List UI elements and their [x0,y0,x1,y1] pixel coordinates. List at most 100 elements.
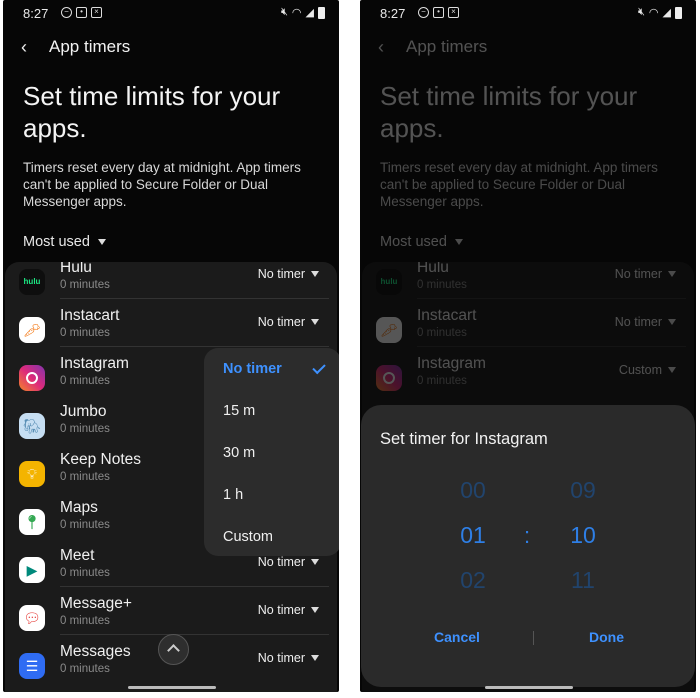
signal-icon: ◢ [662,7,671,19]
hulu-icon: hulu [19,269,45,295]
menu-item-30m[interactable]: 30 m [223,445,255,461]
square-dot-icon: • [433,7,444,18]
app-name: Messages [60,643,131,660]
gesture-bar[interactable] [485,686,573,689]
jumbo-elephant-icon: 🐘︎ [19,413,45,439]
timer-label: No timer [257,603,305,617]
timer-dropdown-menu: No timer 15 m 30 m 1 h Custom [204,348,339,556]
wifi-icon: ◠ [291,7,302,19]
app-usage: 0 minutes [60,423,110,435]
chevron-up-icon [167,644,180,657]
map-pin-icon: 📍︎ [19,509,45,535]
list-item: 🥕︎ Instacart 0 minutes No timer [362,307,694,355]
hour-next[interactable]: 02 [453,567,493,594]
app-usage: 0 minutes [60,375,110,387]
timer-label: No timer [257,555,305,569]
menu-item-custom[interactable]: Custom [223,529,273,545]
back-arrow-icon[interactable]: ‹ [21,37,49,58]
timer-dropdown[interactable]: No timer [258,315,319,329]
divider [60,634,329,635]
timer-dropdown: Custom [619,363,676,377]
app-name: Instacart [417,307,477,324]
checkmark-icon [312,360,326,375]
chevron-down-icon [311,607,319,613]
timer-dropdown: No timer [615,315,676,329]
app-usage: 0 minutes [60,615,110,627]
signal-icon: ◢ [305,7,314,19]
app-usage: 0 minutes [60,663,110,675]
chevron-down-icon [311,319,319,325]
chevron-down-icon [454,239,463,245]
sort-dropdown[interactable]: Most used [23,234,106,250]
page-title: App timers [49,37,131,56]
sort-label: Most used [380,234,447,250]
box-x-icon: × [448,7,459,18]
status-bar: 8:27 − • × 🔇︎ ◠ ◢ [3,6,339,22]
chevron-down-icon [311,655,319,661]
timer-dropdown[interactable]: No timer [258,555,319,569]
app-name: Keep Notes [60,451,141,468]
back-arrow-icon: ‹ [378,36,384,57]
status-time: 8:27 [380,6,406,21]
minute-prev[interactable]: 09 [563,477,603,504]
app-usage: 0 minutes [417,279,467,291]
cancel-button[interactable]: Cancel [434,629,480,645]
instacart-carrot-icon: 🥕︎ [376,317,402,343]
square-dot-icon: • [76,7,87,18]
hour-prev[interactable]: 00 [453,477,493,504]
chat-bubble-icon: ☰ [19,653,45,679]
chevron-down-icon [311,559,319,565]
dialog-title: Set timer for Instagram [380,430,548,448]
hour-picker[interactable]: 01 [453,522,493,549]
app-name: Instacart [60,307,120,324]
done-button[interactable]: Done [589,629,624,645]
chevron-down-icon [97,239,106,245]
description: Timers reset every day at midnight. App … [380,160,658,209]
timer-dropdown[interactable]: No timer [258,267,319,281]
timer-label: No timer [257,651,305,665]
sort-dropdown: Most used [380,234,463,250]
timer-label: No timer [614,267,662,281]
timer-label: No timer [614,315,662,329]
minute-next[interactable]: 11 [563,567,603,594]
timer-dropdown[interactable]: No timer [258,651,319,665]
menu-item-1h[interactable]: 1 h [223,487,243,503]
mute-icon: 🔇︎ [637,6,645,18]
app-usage: 0 minutes [417,375,467,387]
app-name: Message+ [60,595,132,612]
divider [417,298,686,299]
heading: Set time limits for your apps. [380,81,638,143]
box-x-icon: × [91,7,102,18]
menu-item-no-timer[interactable]: No timer [223,361,282,377]
timer-label: No timer [257,267,305,281]
wifi-icon: ◠ [648,7,659,19]
menu-item-15m[interactable]: 15 m [223,403,255,419]
app-name: Meet [60,547,95,564]
set-timer-dialog: Set timer for Instagram 00 01 02 : 09 10… [361,405,695,687]
app-usage: 0 minutes [60,567,110,579]
app-usage: 0 minutes [417,327,467,339]
minute-picker[interactable]: 10 [563,522,603,549]
app-usage: 0 minutes [60,471,110,483]
timer-dropdown: No timer [615,267,676,281]
hulu-icon: hulu [376,269,402,295]
battery-icon [318,7,325,19]
divider [60,346,329,347]
scroll-to-top-button[interactable] [158,634,189,665]
gesture-bar[interactable] [128,686,216,689]
message-bubbles-icon: 💬︎ [19,605,45,631]
mute-icon: 🔇︎ [280,6,288,18]
instagram-camera-icon [376,365,402,391]
video-camera-icon: ▶ [19,557,45,583]
list-item[interactable]: hulu Hulu 0 minutes No timer [5,262,337,307]
sort-label: Most used [23,234,90,250]
timer-label: No timer [257,315,305,329]
app-timers-screen-dialog: 8:27 − • × 🔇︎ ◠ ◢ ‹ App timers Set time … [360,0,696,692]
app-name: Instagram [417,355,486,372]
battery-icon [675,7,682,19]
list-item: hulu Hulu 0 minutes No timer [362,262,694,307]
chevron-down-icon [668,271,676,277]
app-usage: 0 minutes [60,279,110,291]
button-divider [533,631,534,645]
timer-dropdown[interactable]: No timer [258,603,319,617]
